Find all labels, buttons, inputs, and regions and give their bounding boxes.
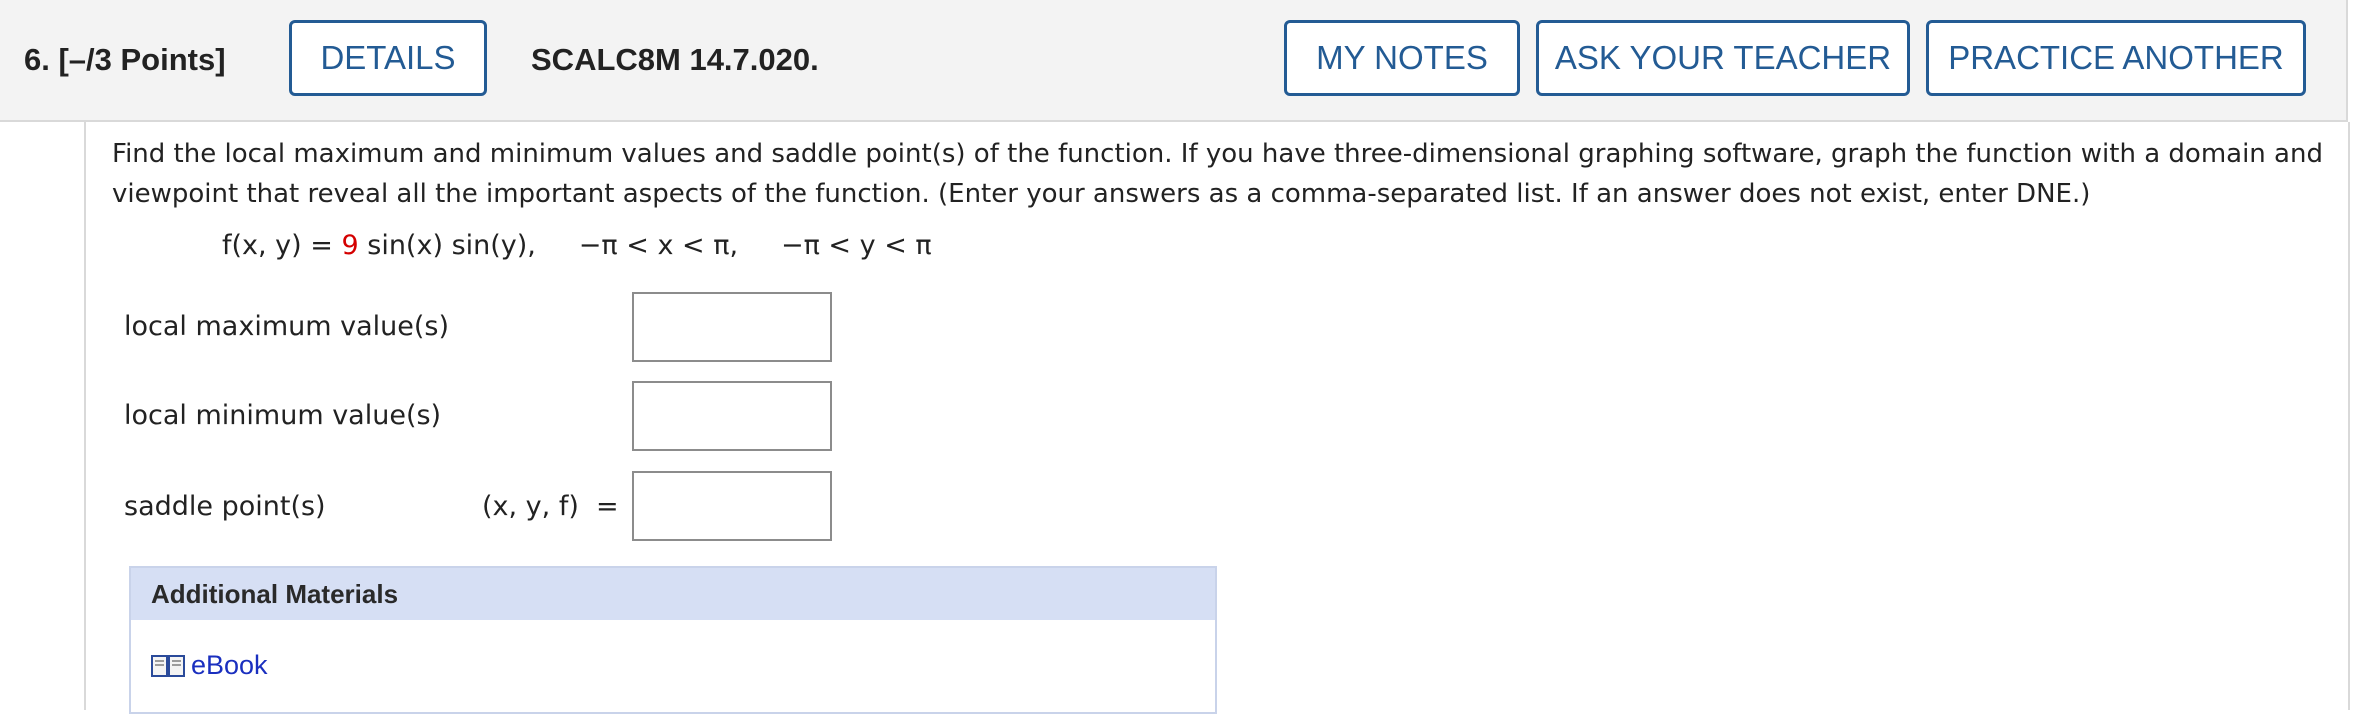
additional-materials-panel: Additional Materials eBook: [129, 566, 1217, 714]
additional-materials-title: Additional Materials: [131, 568, 1215, 620]
function-formula: f(x, y) = 9 sin(x) sin(y), −π < x < π, −…: [222, 230, 932, 261]
details-button[interactable]: DETAILS: [289, 20, 487, 96]
practice-another-button[interactable]: PRACTICE ANOTHER: [1926, 20, 2306, 96]
formula-rhs: sin(x) sin(y), −π < x < π, −π < y < π: [358, 230, 932, 261]
saddle-point-label: saddle point(s): [124, 491, 326, 522]
local-max-label: local maximum value(s): [124, 311, 450, 342]
formula-lhs: f(x, y) =: [222, 230, 342, 261]
book-icon: [151, 654, 185, 677]
my-notes-button[interactable]: MY NOTES: [1284, 20, 1520, 96]
saddle-point-input[interactable]: [632, 471, 832, 541]
formula-coefficient: 9: [341, 230, 359, 261]
question-prompt: Find the local maximum and minimum value…: [112, 139, 2323, 209]
ebook-link-label[interactable]: eBook: [191, 650, 268, 681]
problem-code: SCALC8M 14.7.020.: [531, 42, 819, 77]
local-max-input[interactable]: [632, 292, 832, 362]
question-header: 6. [–/3 Points] DETAILS SCALC8M 14.7.020…: [0, 0, 2348, 122]
local-min-input[interactable]: [632, 381, 832, 451]
ebook-link[interactable]: eBook: [151, 650, 268, 681]
question-points-label: 6. [–/3 Points]: [24, 42, 226, 77]
saddle-point-prefix: (x, y, f) =: [482, 491, 619, 522]
local-min-label: local minimum value(s): [124, 400, 442, 431]
ask-your-teacher-button[interactable]: ASK YOUR TEACHER: [1536, 20, 1910, 96]
